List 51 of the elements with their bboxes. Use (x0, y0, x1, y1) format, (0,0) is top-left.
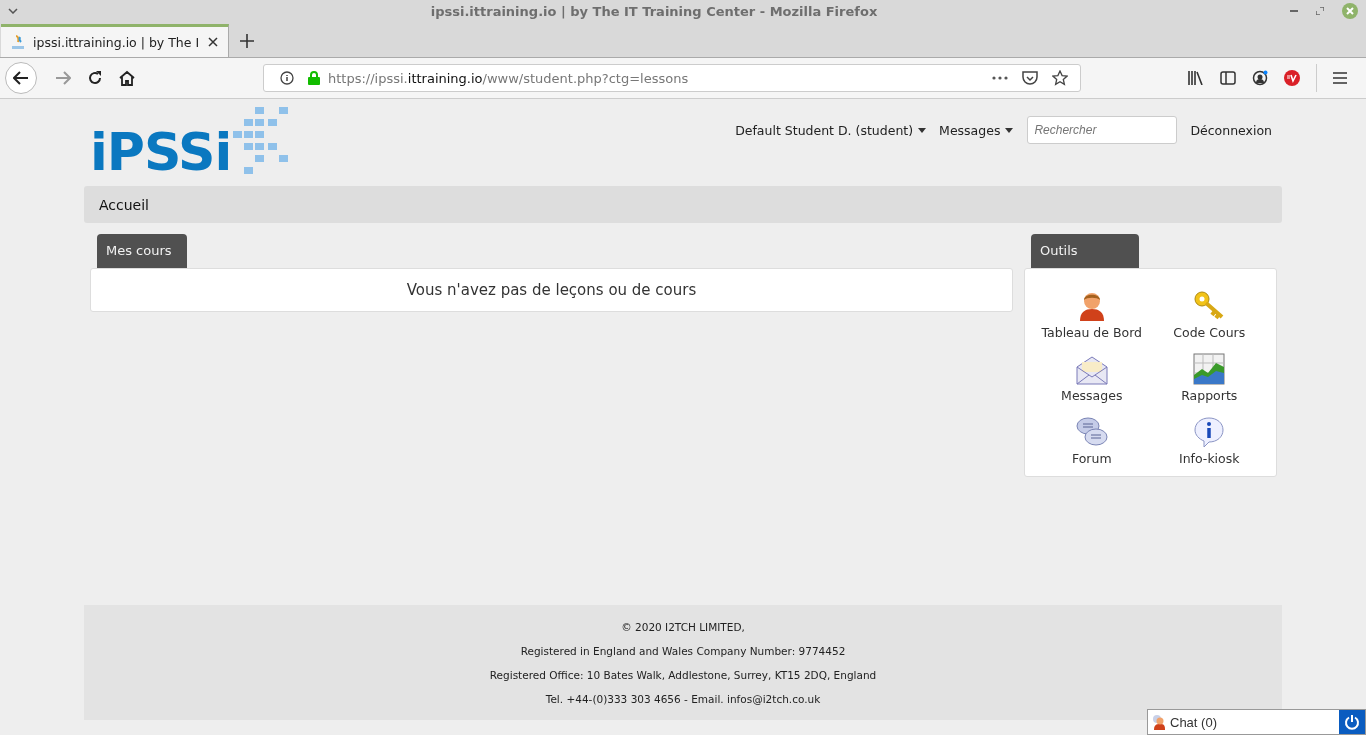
window-title: ipssi.ittraining.io | by The IT Training Center - Mozilla Firefox (429, 3, 879, 19)
more-icon[interactable] (992, 76, 1008, 80)
person-icon (1078, 290, 1105, 322)
pocket-icon[interactable] (1022, 70, 1038, 86)
envelope-icon (1075, 355, 1108, 385)
logo-text: iPSSi (90, 123, 232, 181)
power-button[interactable] (1339, 710, 1365, 734)
power-icon (1344, 714, 1360, 730)
breadcrumb-link[interactable]: Accueil (99, 196, 149, 213)
menu-icon[interactable] (1333, 72, 1347, 84)
browser-tab[interactable]: ipssi.ittraining.io | by The I (1, 24, 229, 57)
footer-text: Registered Office: 10 Bates Walk, Addlestone, Surrey, KT15 2DQ, England (489, 667, 877, 683)
empty-message: Vous n'avez pas de leçons ou de cours (406, 281, 697, 299)
speech-bubbles-icon (1075, 416, 1108, 448)
chevron-down-icon[interactable] (8, 8, 18, 14)
tool-link[interactable]: Messages (1033, 342, 1151, 405)
tool-link[interactable]: Forum (1033, 405, 1151, 468)
info-bubble-icon (1193, 416, 1226, 448)
chart-icon (1193, 353, 1226, 385)
footer-text: Registered in England and Wales Company Number: 9774452 (520, 643, 846, 659)
tool-link[interactable]: Code Cours (1150, 279, 1268, 342)
reload-icon[interactable] (87, 70, 103, 86)
person-icon (1152, 714, 1166, 730)
back-button[interactable] (5, 62, 37, 94)
library-icon[interactable] (1188, 71, 1204, 85)
menu-dropdown[interactable]: Messages (939, 122, 1014, 138)
address-bar[interactable]: https://ipssi.ittraining.io/www/student.php?ctg=lessons (263, 64, 1081, 92)
chat-bar[interactable]: Chat (0) (1147, 709, 1366, 735)
tool-link[interactable]: Rapports (1150, 342, 1268, 405)
home-icon[interactable] (119, 70, 135, 86)
forward-icon[interactable] (55, 71, 71, 85)
tool-link[interactable]: Info-kiosk (1150, 405, 1268, 468)
favicon-icon (11, 34, 25, 50)
star-icon[interactable] (1052, 70, 1068, 86)
restore-icon[interactable] (1316, 7, 1324, 15)
account-icon[interactable] (1252, 70, 1268, 86)
chat-label: Chat (0) (1170, 714, 1217, 730)
url-text: https://ipssi.ittraining.io/www/student.php?ctg=lessons (328, 70, 689, 86)
close-tab-icon[interactable] (208, 37, 218, 47)
sidebar-icon[interactable] (1220, 71, 1236, 85)
menu-dropdown[interactable]: Default Student D. (student) (735, 122, 927, 138)
back-arrow-icon (13, 71, 29, 85)
key-icon (1193, 290, 1226, 322)
new-tab-icon[interactable] (240, 34, 254, 48)
footer-text: © 2020 I2TCH LIMITED, (621, 619, 745, 635)
info-icon[interactable] (280, 71, 294, 85)
tool-link[interactable]: Tableau de Bord (1033, 279, 1151, 342)
search-field[interactable]: Rechercher (1027, 116, 1178, 144)
footer-text: Tel. +44-(0)333 303 4656 - Email. infos@i2tch.co.uk (545, 691, 821, 707)
extension-icon[interactable] (1284, 70, 1300, 86)
logout-link[interactable]: Déconnexion (1190, 122, 1272, 138)
